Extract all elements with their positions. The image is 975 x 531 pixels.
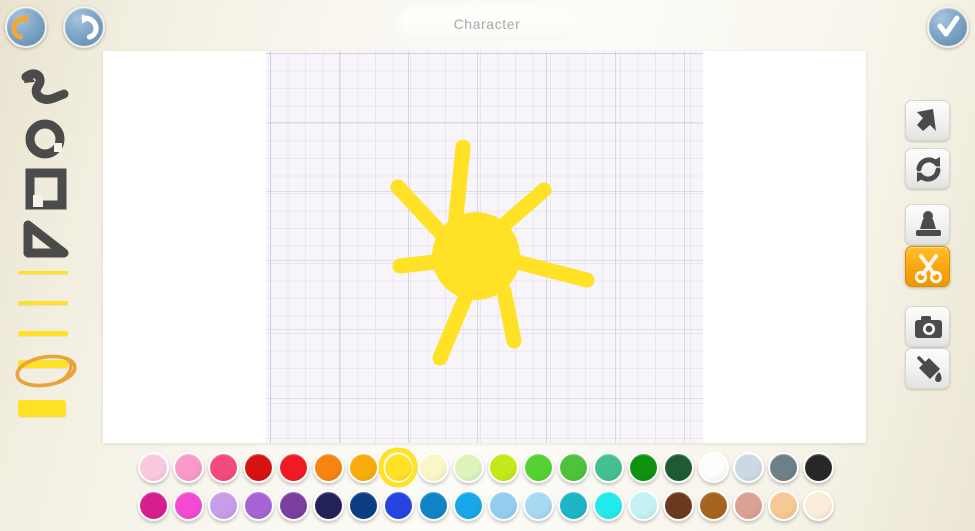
shape-tool-square[interactable] bbox=[18, 168, 74, 215]
color-swatch-row1-19[interactable] bbox=[768, 452, 799, 483]
shape-tool-circle[interactable] bbox=[18, 118, 74, 165]
stroke-width-3-bar bbox=[18, 331, 68, 336]
tool-select[interactable] bbox=[905, 100, 950, 141]
stroke-width-1-bar bbox=[18, 271, 68, 274]
triangle-icon bbox=[23, 220, 69, 258]
stroke-width-5[interactable] bbox=[18, 400, 66, 417]
stroke-width-4-bar bbox=[18, 360, 68, 368]
color-palette bbox=[136, 447, 836, 528]
color-swatch-row1-7[interactable] bbox=[348, 452, 379, 483]
stamp-icon bbox=[916, 211, 941, 236]
color-swatch-row2-11[interactable] bbox=[488, 490, 519, 521]
color-swatch-row1-20[interactable] bbox=[803, 452, 834, 483]
sun-drawing bbox=[390, 139, 595, 366]
undo-arrow-icon bbox=[11, 14, 29, 40]
shape-tool-squiggle[interactable] bbox=[18, 68, 74, 115]
color-swatch-row2-2[interactable] bbox=[173, 490, 204, 521]
tool-rotate[interactable] bbox=[905, 148, 950, 189]
selected-width-marker bbox=[15, 354, 77, 388]
color-swatch-row2-6[interactable] bbox=[313, 490, 344, 521]
color-swatch-row1-3[interactable] bbox=[208, 452, 239, 483]
stroke-width-5-bar bbox=[18, 400, 66, 417]
color-swatch-row1-15[interactable] bbox=[628, 452, 659, 483]
color-swatch-row2-9[interactable] bbox=[418, 490, 449, 521]
shape-and-width-toolbar bbox=[0, 55, 100, 455]
color-swatch-row1-10[interactable] bbox=[453, 452, 484, 483]
title-input[interactable]: Character bbox=[401, 9, 573, 39]
color-swatch-row1-1[interactable] bbox=[138, 452, 169, 483]
color-swatch-row2-4[interactable] bbox=[243, 490, 274, 521]
color-swatch-row1-2[interactable] bbox=[173, 452, 204, 483]
color-swatch-row1-6[interactable] bbox=[313, 452, 344, 483]
color-swatch-row1-9[interactable] bbox=[418, 452, 449, 483]
redo-button[interactable] bbox=[63, 6, 105, 48]
paint-bucket-icon bbox=[917, 356, 942, 382]
color-swatch-row2-19[interactable] bbox=[768, 490, 799, 521]
color-swatch-row2-3[interactable] bbox=[208, 490, 239, 521]
color-swatch-row1-16[interactable] bbox=[663, 452, 694, 483]
color-swatch-row2-10[interactable] bbox=[453, 490, 484, 521]
color-swatch-row2-15[interactable] bbox=[628, 490, 659, 521]
square-icon bbox=[25, 168, 67, 210]
color-swatch-row2-17[interactable] bbox=[698, 490, 729, 521]
stroke-width-2-bar bbox=[18, 301, 68, 305]
color-swatch-row2-8[interactable] bbox=[383, 490, 414, 521]
color-swatch-row1-4[interactable] bbox=[243, 452, 274, 483]
color-swatch-row1-17[interactable] bbox=[698, 452, 729, 483]
title-text: Character bbox=[453, 16, 521, 32]
cursor-arrow-icon bbox=[917, 109, 936, 131]
camera-icon bbox=[915, 316, 942, 338]
circle-icon bbox=[25, 119, 65, 159]
color-swatch-row1-18[interactable] bbox=[733, 452, 764, 483]
stroke-width-1[interactable] bbox=[18, 271, 68, 274]
redo-arrow-icon bbox=[81, 14, 99, 40]
rotate-arrows-icon bbox=[916, 157, 941, 182]
sun-body bbox=[432, 212, 520, 300]
color-swatch-row2-14[interactable] bbox=[593, 490, 624, 521]
tool-stamp[interactable] bbox=[905, 204, 950, 245]
color-swatch-row2-5[interactable] bbox=[278, 490, 309, 521]
color-swatch-row2-20[interactable] bbox=[803, 490, 834, 521]
drawing-canvas[interactable] bbox=[103, 51, 866, 443]
tool-camera[interactable] bbox=[905, 306, 950, 347]
color-swatch-row2-12[interactable] bbox=[523, 490, 554, 521]
stroke-width-4[interactable] bbox=[18, 360, 68, 368]
color-swatch-row2-18[interactable] bbox=[733, 490, 764, 521]
color-swatch-row1-13[interactable] bbox=[558, 452, 589, 483]
color-swatch-row1-14[interactable] bbox=[593, 452, 624, 483]
confirm-button[interactable] bbox=[927, 6, 969, 48]
color-swatch-row2-1[interactable] bbox=[138, 490, 169, 521]
tool-fill[interactable] bbox=[905, 348, 950, 389]
color-swatch-row2-16[interactable] bbox=[663, 490, 694, 521]
scissors-icon bbox=[914, 254, 943, 284]
stroke-width-2[interactable] bbox=[18, 301, 68, 305]
color-swatch-row1-5[interactable] bbox=[278, 452, 309, 483]
color-swatch-row1-11[interactable] bbox=[488, 452, 519, 483]
checkmark-icon bbox=[937, 15, 960, 37]
color-swatch-row1-12[interactable] bbox=[523, 452, 554, 483]
top-bar: Character bbox=[0, 0, 975, 51]
shape-tool-triangle[interactable] bbox=[18, 218, 74, 265]
stroke-width-3[interactable] bbox=[18, 331, 68, 336]
color-swatch-row2-7[interactable] bbox=[348, 490, 379, 521]
undo-button[interactable] bbox=[5, 6, 47, 48]
color-swatch-row2-13[interactable] bbox=[558, 490, 589, 521]
color-swatch-row1-8[interactable] bbox=[383, 452, 414, 483]
squiggle-icon bbox=[21, 69, 69, 104]
tool-cut[interactable] bbox=[905, 246, 950, 287]
